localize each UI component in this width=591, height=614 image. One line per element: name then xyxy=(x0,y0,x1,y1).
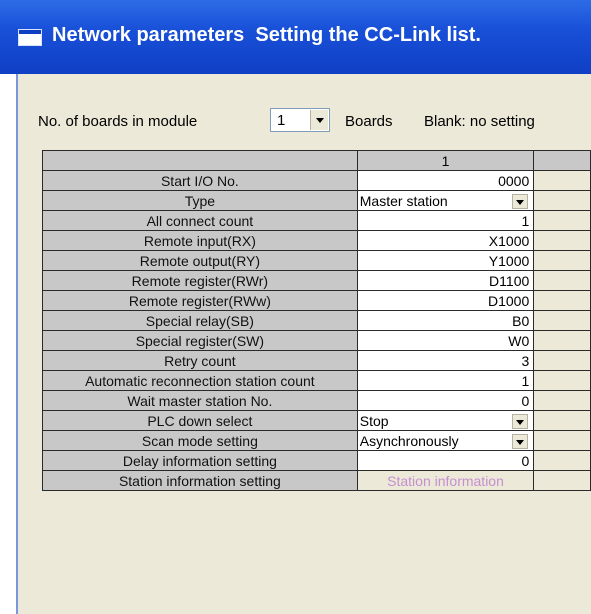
blank-hint-label: Blank: no setting xyxy=(424,113,535,130)
row-value-select[interactable]: Asynchronously xyxy=(356,430,535,451)
row-label: Remote register(RWw) xyxy=(42,290,358,311)
station-information-button[interactable]: Station information xyxy=(356,470,535,491)
row-label: Special register(SW) xyxy=(42,330,358,351)
column-header-2 xyxy=(533,150,591,171)
window-icon xyxy=(18,29,42,46)
row-value-input[interactable]: 0 xyxy=(356,450,535,471)
next-column-cell xyxy=(533,290,591,311)
row-value-input[interactable]: 1 xyxy=(356,370,535,391)
window-title: Network parameters Setting the CC-Link l… xyxy=(52,24,481,46)
grid-row: Remote input(RX) X1000 xyxy=(42,230,591,251)
row-label: Remote output(RY) xyxy=(42,250,358,271)
grid-row: Special register(SW) W0 xyxy=(42,330,591,351)
select-value: Asynchronously xyxy=(359,432,459,449)
next-column-cell xyxy=(533,370,591,391)
grid-row: Remote output(RY) Y1000 xyxy=(42,250,591,271)
next-column-cell xyxy=(533,270,591,291)
station-information-button-label: Station information xyxy=(387,472,504,489)
next-column-cell xyxy=(533,470,591,491)
row-label: Remote register(RWr) xyxy=(42,270,358,291)
grid-row: PLC down select Stop xyxy=(42,410,591,431)
row-label: Station information setting xyxy=(42,470,358,491)
row-label: Scan mode setting xyxy=(42,430,358,451)
grid-row: Type Master station xyxy=(42,190,591,211)
next-column-cell xyxy=(533,310,591,331)
row-value-select[interactable]: Stop xyxy=(356,410,535,431)
row-label: Wait master station No. xyxy=(42,390,358,411)
chevron-down-icon xyxy=(316,118,324,123)
select-value: Stop xyxy=(359,412,389,429)
dropdown-button[interactable] xyxy=(512,194,529,209)
row-label: All connect count xyxy=(42,210,358,231)
row-label: Retry count xyxy=(42,350,358,371)
next-column-cell xyxy=(533,410,591,431)
row-label: Automatic reconnection station count xyxy=(42,370,358,391)
row-value-input[interactable]: Y1000 xyxy=(356,250,535,271)
chevron-down-icon xyxy=(516,440,525,445)
row-label: Special relay(SB) xyxy=(42,310,358,331)
grid-row: Retry count 3 xyxy=(42,350,591,371)
grid-header-row: 1 xyxy=(42,150,591,171)
next-column-cell xyxy=(533,210,591,231)
grid-row: Delay information setting 0 xyxy=(42,450,591,471)
next-column-cell xyxy=(533,230,591,251)
dropdown-button[interactable] xyxy=(512,414,529,429)
next-column-cell xyxy=(533,350,591,371)
row-value-input[interactable]: B0 xyxy=(356,310,535,331)
column-header-1: 1 xyxy=(356,150,535,171)
grid-row: Wait master station No. 0 xyxy=(42,390,591,411)
title-bar: Network parameters Setting the CC-Link l… xyxy=(0,0,591,74)
select-value: Master station xyxy=(359,192,448,209)
grid-row: Automatic reconnection station count 1 xyxy=(42,370,591,391)
grid-row: Station information setting Station infor… xyxy=(42,470,591,491)
row-value-input[interactable]: X1000 xyxy=(356,230,535,251)
boards-select-value: 1 xyxy=(277,112,286,129)
grid-row: Remote register(RWr) D1100 xyxy=(42,270,591,291)
next-column-cell xyxy=(533,330,591,351)
grid-corner-cell xyxy=(42,150,358,171)
row-label: Type xyxy=(42,190,358,211)
next-column-cell xyxy=(533,190,591,211)
next-column-cell xyxy=(533,450,591,471)
next-column-cell xyxy=(533,430,591,451)
chevron-down-icon xyxy=(516,200,525,205)
row-value-input[interactable]: D1100 xyxy=(356,270,535,291)
boards-dropdown-button[interactable] xyxy=(310,110,328,130)
grid-row: Remote register(RWw) D1000 xyxy=(42,290,591,311)
row-value-select[interactable]: Master station xyxy=(356,190,535,211)
row-label: PLC down select xyxy=(42,410,358,431)
row-label: Delay information setting xyxy=(42,450,358,471)
row-value-input[interactable]: 0 xyxy=(356,390,535,411)
next-column-cell xyxy=(533,250,591,271)
grid-row: Start I/O No. 0000 xyxy=(42,170,591,191)
row-value-input[interactable]: W0 xyxy=(356,330,535,351)
boards-label: No. of boards in module xyxy=(38,113,198,130)
grid-row: Special relay(SB) B0 xyxy=(42,310,591,331)
boards-select[interactable]: 1 xyxy=(270,108,330,132)
next-column-cell xyxy=(533,170,591,191)
row-label: Start I/O No. xyxy=(42,170,358,191)
grid-row: All connect count 1 xyxy=(42,210,591,231)
row-value-input[interactable]: 3 xyxy=(356,350,535,371)
chevron-down-icon xyxy=(516,420,525,425)
row-label: Remote input(RX) xyxy=(42,230,358,251)
cc-link-settings-grid: 1 Start I/O No. 0000 Type Master station All… xyxy=(42,150,591,491)
grid-row: Scan mode setting Asynchronously xyxy=(42,430,591,451)
row-value-input[interactable]: D1000 xyxy=(356,290,535,311)
row-value-input[interactable]: 0000 xyxy=(356,170,535,191)
boards-unit-label: Boards xyxy=(345,113,393,130)
next-column-cell xyxy=(533,390,591,411)
row-value-input[interactable]: 1 xyxy=(356,210,535,231)
dropdown-button[interactable] xyxy=(512,434,529,449)
